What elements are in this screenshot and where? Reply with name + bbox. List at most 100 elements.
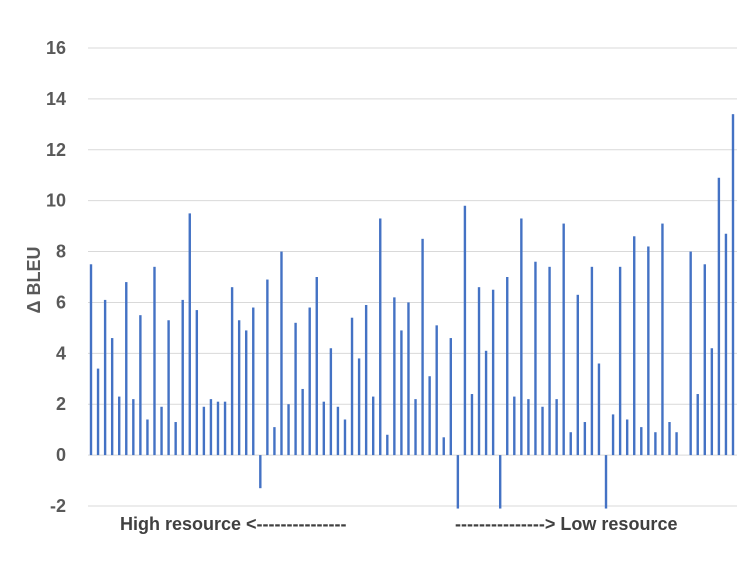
y-tick-label: 2 [56, 394, 66, 414]
bar [273, 427, 276, 456]
annotation-low-resource: ---------------> Low resource [455, 514, 677, 534]
bar [364, 304, 368, 456]
bar [498, 455, 502, 509]
bar [294, 322, 297, 456]
bar [357, 358, 361, 456]
annotation-high-resource: High resource <--------------- [120, 514, 346, 534]
bar [287, 404, 290, 456]
bar [668, 422, 671, 456]
bar [675, 432, 678, 456]
bar [315, 277, 318, 456]
bar [372, 396, 375, 456]
bar [654, 432, 657, 456]
bar [463, 205, 467, 456]
y-tick-label: 16 [46, 38, 66, 58]
bar [139, 315, 142, 456]
bar [604, 455, 608, 509]
gridlines [88, 47, 737, 507]
bar [491, 289, 495, 456]
bar [407, 302, 410, 456]
bar [484, 350, 488, 456]
bar [569, 432, 572, 456]
bar [153, 266, 156, 456]
bar [555, 399, 558, 456]
bar [611, 414, 615, 456]
bar [103, 299, 107, 456]
y-tick-label: -2 [50, 496, 66, 516]
bar [266, 279, 269, 456]
bar [393, 297, 396, 456]
bar [96, 368, 100, 456]
bar [308, 307, 311, 456]
bar [562, 223, 565, 456]
y-tick-label: 6 [56, 292, 66, 312]
bar [230, 287, 234, 456]
bar [661, 223, 664, 456]
bar [710, 348, 714, 456]
bar [174, 422, 177, 456]
bar [245, 330, 248, 456]
y-tick-label: 8 [56, 242, 66, 262]
bar [640, 427, 643, 456]
bar [506, 277, 509, 456]
y-tick-label: 0 [56, 445, 66, 465]
bar [223, 401, 227, 456]
bar [625, 419, 629, 456]
bleu-bar-chart: -2 0 2 4 6 8 10 12 14 16 Δ BLEU High resource <--… [24, 38, 737, 534]
bar [456, 455, 460, 509]
y-tick-label: 10 [46, 191, 66, 211]
bar [160, 406, 163, 456]
bar [118, 396, 121, 456]
bar [527, 399, 530, 456]
bar [442, 437, 445, 456]
bar [280, 251, 283, 456]
bar [237, 320, 241, 456]
bar [576, 294, 579, 456]
bar [110, 338, 114, 456]
bar [633, 236, 636, 456]
bar [181, 299, 184, 456]
bar [647, 246, 650, 456]
bar [421, 238, 424, 456]
bar [590, 266, 594, 456]
y-tick-label: 12 [46, 140, 66, 160]
bar [259, 455, 262, 489]
bar [618, 266, 622, 456]
bar [329, 348, 333, 456]
y-tick-label: 4 [56, 343, 66, 363]
bar [696, 394, 699, 456]
bar [513, 396, 516, 456]
bar [703, 264, 706, 456]
bar [449, 338, 452, 456]
bar [520, 218, 523, 456]
bar [167, 320, 170, 456]
bar [195, 310, 199, 456]
bar [301, 388, 304, 456]
bar [477, 287, 481, 456]
y-axis-ticks: -2 0 2 4 6 8 10 12 14 16 [46, 38, 66, 516]
bar [216, 401, 220, 456]
bar [379, 218, 382, 456]
bar [350, 317, 354, 456]
bar [717, 177, 721, 456]
bar [125, 282, 128, 456]
bar [89, 264, 93, 456]
bar [583, 422, 587, 456]
y-axis-title: Δ BLEU [24, 247, 44, 314]
bar [548, 266, 551, 456]
bar [336, 406, 340, 456]
bar [202, 406, 206, 456]
bar [400, 330, 403, 456]
y-tick-label: 14 [46, 89, 66, 109]
bar [541, 406, 544, 456]
bar [322, 401, 326, 456]
bar [534, 261, 537, 456]
bar [435, 325, 438, 456]
bar [470, 394, 474, 456]
bar [146, 419, 149, 456]
bar [209, 399, 213, 456]
bar [731, 114, 735, 456]
bar [724, 233, 728, 456]
bar [132, 399, 135, 456]
bar [689, 251, 692, 456]
